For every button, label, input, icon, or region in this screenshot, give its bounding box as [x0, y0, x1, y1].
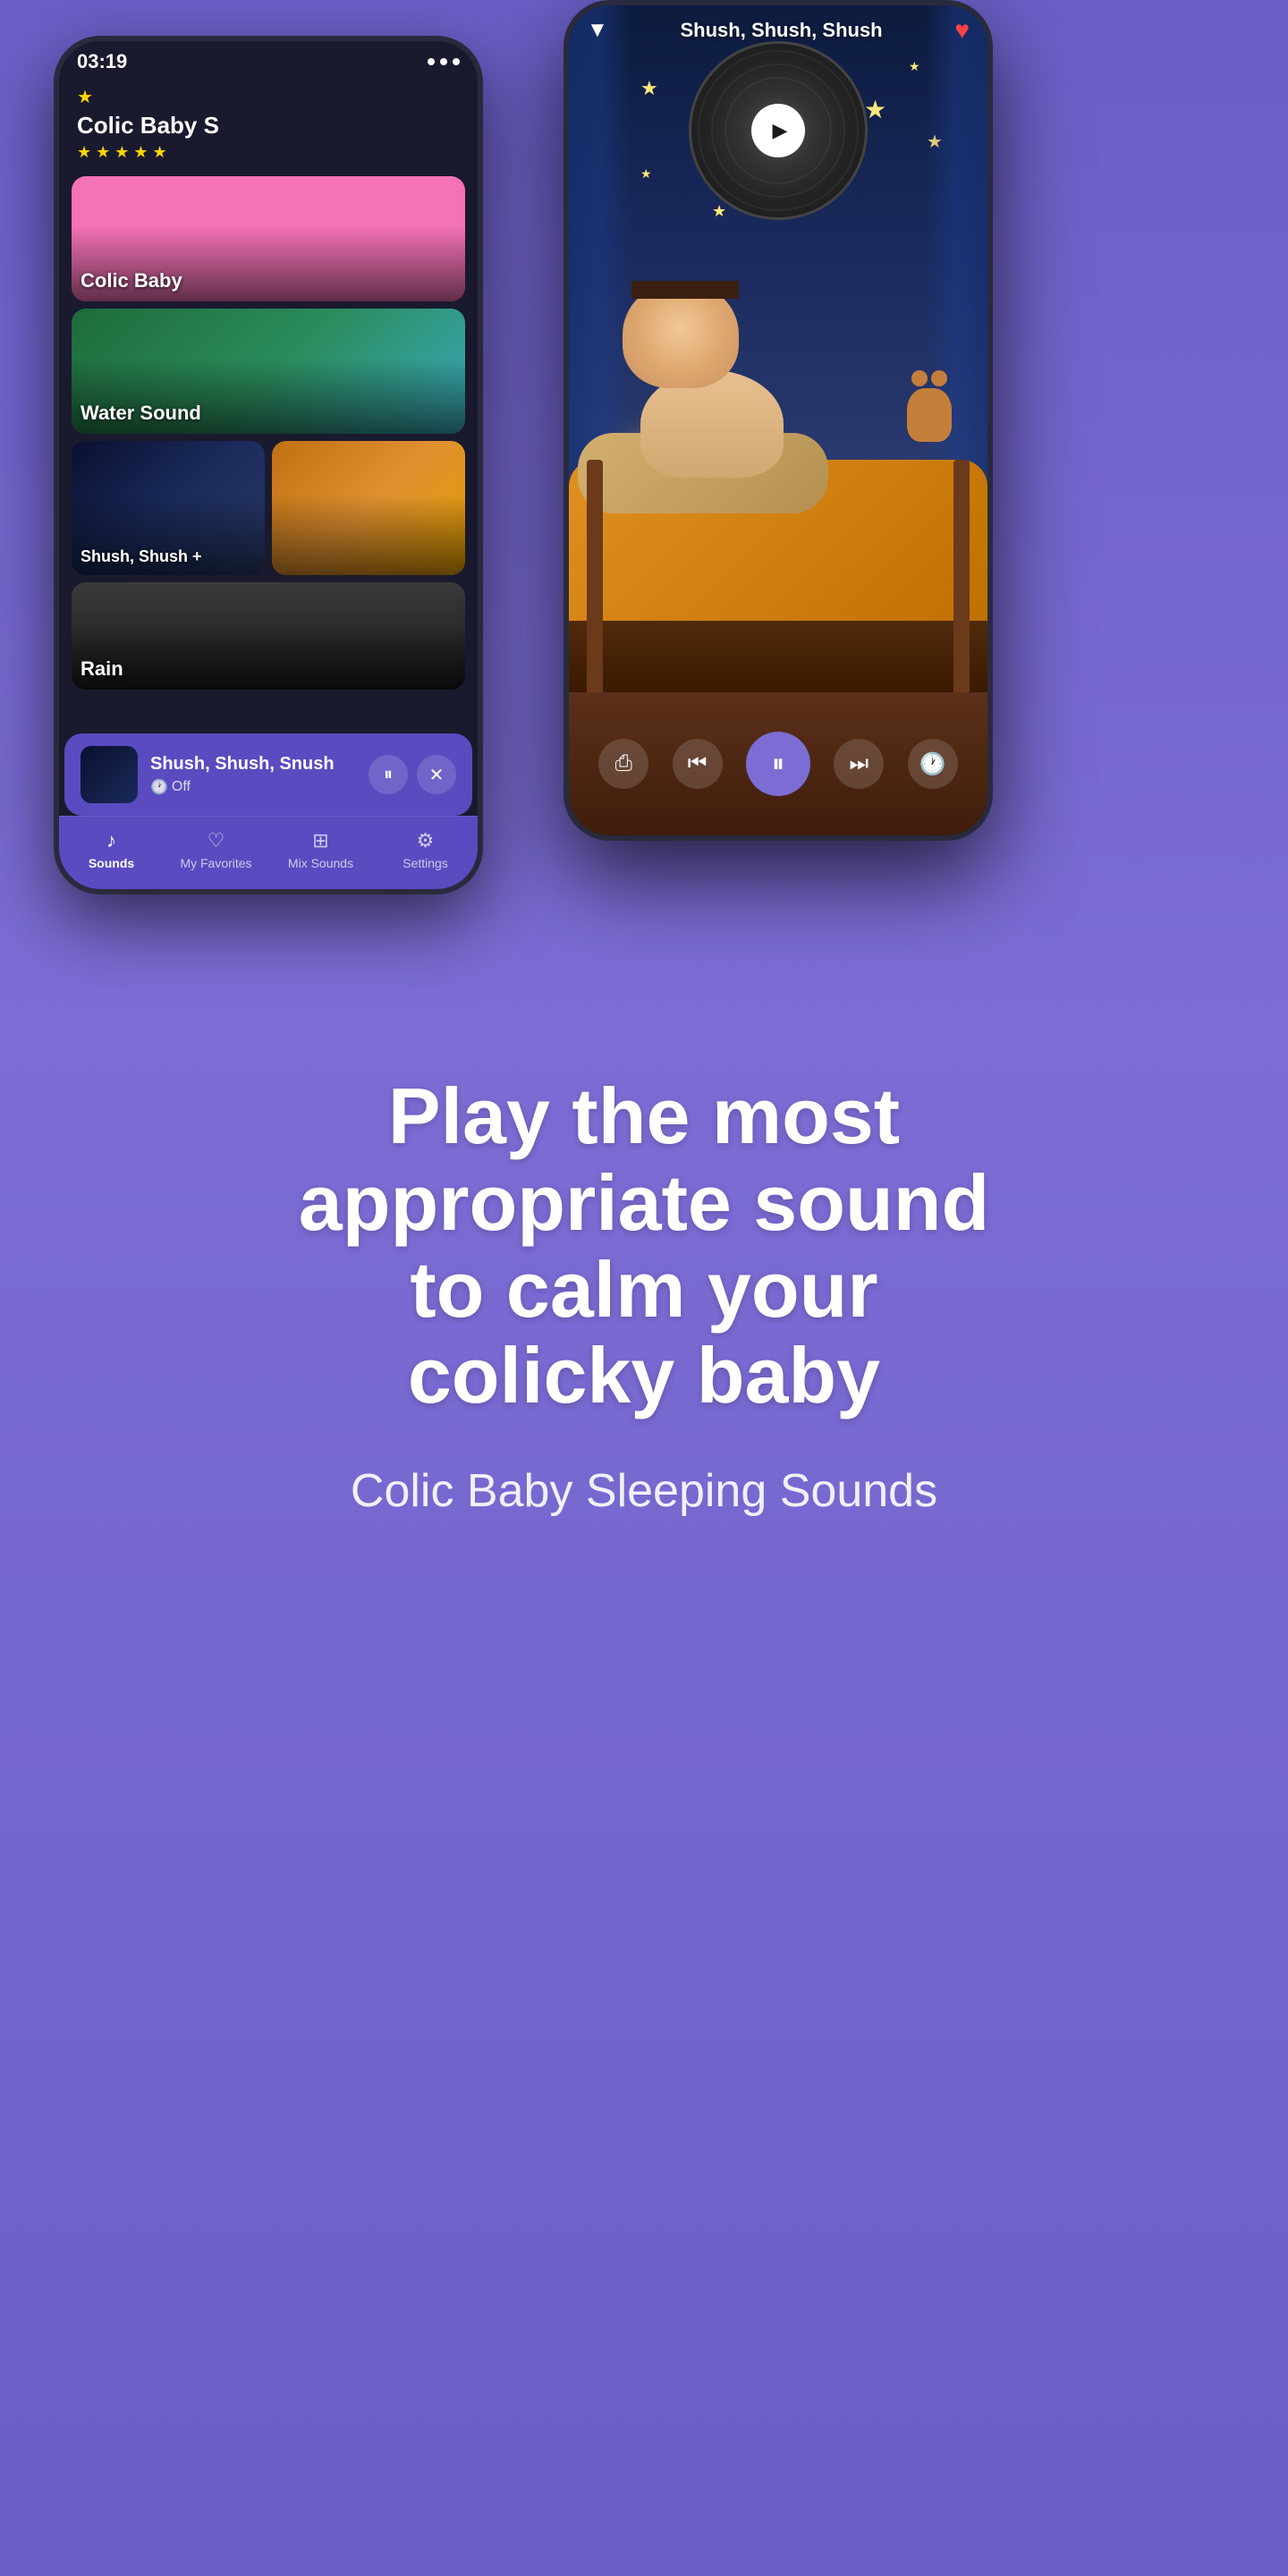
item-overlay	[272, 441, 465, 575]
mini-timer: 🕐 Off	[150, 778, 356, 796]
tab-label: Mix Sounds	[288, 856, 353, 870]
sound-list: Colic Baby Water Sound Shush, Shush +	[59, 173, 478, 700]
settings-icon: ⚙	[417, 829, 435, 852]
background: 03:19 ★ Colic Baby S ★ ★ ★ ★ ★	[0, 0, 1288, 2576]
crib-post	[587, 460, 603, 692]
item-label: Water Sound	[72, 402, 210, 434]
phone-front: ★ ★ ★ ★ ★ ★ ★	[564, 0, 993, 841]
sound-pair: Shush, Shush +	[72, 441, 465, 575]
list-item[interactable]: Shush, Shush +	[72, 441, 265, 575]
player-controls: ⎙ ⏮ ⏸ ⏭ 🕐	[569, 692, 987, 835]
phones-area: 03:19 ★ Colic Baby S ★ ★ ★ ★ ★	[0, 0, 1288, 1002]
header-stars: ★ ★ ★ ★ ★	[77, 143, 460, 162]
status-time: 03:19	[77, 50, 127, 73]
sounds-icon: ♪	[106, 829, 116, 852]
share-icon: ⎙	[615, 751, 632, 776]
main-heading: Play the most appropriate sound to calm …	[107, 1073, 1181, 1419]
phone-back: 03:19 ★ Colic Baby S ★ ★ ★ ★ ★	[54, 36, 483, 894]
mini-title: Shush, Shush, Snush	[150, 754, 356, 775]
vinyl-record: ▶	[689, 41, 868, 220]
share-button[interactable]: ⎙	[598, 739, 648, 789]
header-star: ★	[77, 86, 460, 108]
chevron-down-button[interactable]: ▼	[587, 18, 608, 43]
tab-settings[interactable]: ⚙ Settings	[373, 829, 478, 870]
next-icon: ⏭	[850, 751, 869, 776]
item-label: Shush, Shush +	[72, 547, 211, 575]
star-icon: ★	[640, 77, 658, 100]
tab-label: Sounds	[89, 856, 134, 870]
previous-button[interactable]: ⏮	[673, 739, 723, 789]
status-bar: 03:19	[59, 41, 478, 79]
header-title: Colic Baby S	[77, 112, 460, 140]
pause-icon: ⏸	[772, 750, 784, 779]
front-header: ▼ Shush, Shush, Shush ♥	[569, 5, 987, 55]
list-item[interactable]: Colic Baby	[72, 176, 465, 301]
favorite-button[interactable]: ♥	[954, 16, 970, 45]
tab-sounds[interactable]: ♪ Sounds	[59, 829, 164, 870]
back-header: ★ Colic Baby S ★ ★ ★ ★ ★	[59, 79, 478, 173]
list-item[interactable]: Rain	[72, 582, 465, 690]
star-icon: ★	[640, 166, 652, 182]
wifi-icon	[440, 58, 447, 65]
list-item[interactable]: Water Sound	[72, 309, 465, 434]
pause-button[interactable]: ⏸	[369, 755, 408, 794]
star-icon: ★	[864, 95, 886, 124]
next-button[interactable]: ⏭	[834, 739, 884, 789]
tab-bar: ♪ Sounds ♡ My Favorites ⊞ Mix Sounds ⚙ S…	[59, 816, 478, 889]
tab-label: Settings	[402, 856, 448, 870]
star-icon: ★	[712, 202, 726, 221]
status-icons	[428, 58, 460, 65]
mix-icon: ⊞	[312, 829, 328, 852]
heading-line1: Play the most	[388, 1072, 900, 1160]
timer-icon: 🕐	[919, 751, 946, 777]
baby-hair	[631, 281, 739, 299]
item-label: Rain	[72, 657, 132, 690]
heart-icon: ♡	[208, 829, 225, 852]
close-icon: ✕	[429, 764, 445, 786]
tab-favorites[interactable]: ♡ My Favorites	[164, 829, 268, 870]
mini-player: Shush, Shush, Snush 🕐 Off ⏸ ✕	[64, 733, 472, 816]
battery-icon	[453, 58, 460, 65]
clock-icon: 🕐	[150, 778, 168, 796]
front-screen: ★ ★ ★ ★ ★ ★ ★	[569, 5, 987, 835]
close-button[interactable]: ✕	[417, 755, 456, 794]
tab-mix[interactable]: ⊞ Mix Sounds	[268, 829, 373, 870]
star-icon: ★	[909, 59, 920, 74]
item-label: Colic Baby	[72, 269, 191, 301]
previous-icon: ⏮	[688, 751, 708, 776]
track-title: Shush, Shush, Shush	[608, 19, 955, 42]
heading-line4: colicky baby	[408, 1331, 880, 1419]
mini-info: Shush, Shush, Snush 🕐 Off	[150, 754, 356, 796]
heading-line2: appropriate sound	[299, 1158, 990, 1247]
heading-line3: to calm your	[410, 1245, 877, 1334]
mini-controls: ⏸ ✕	[369, 755, 456, 794]
mini-thumb	[80, 746, 138, 803]
list-item[interactable]	[272, 441, 465, 575]
teddy-bear	[907, 388, 952, 442]
text-section: Play the most appropriate sound to calm …	[0, 1002, 1288, 1589]
crib-post	[953, 460, 970, 692]
timer-button[interactable]: 🕐	[908, 739, 958, 789]
signal-icon	[428, 58, 435, 65]
baby-area	[569, 281, 987, 692]
tab-label: My Favorites	[180, 856, 251, 870]
sub-heading: Colic Baby Sleeping Sounds	[107, 1464, 1181, 1518]
pause-button[interactable]: ⏸	[746, 732, 810, 796]
pause-icon: ⏸	[384, 765, 393, 785]
